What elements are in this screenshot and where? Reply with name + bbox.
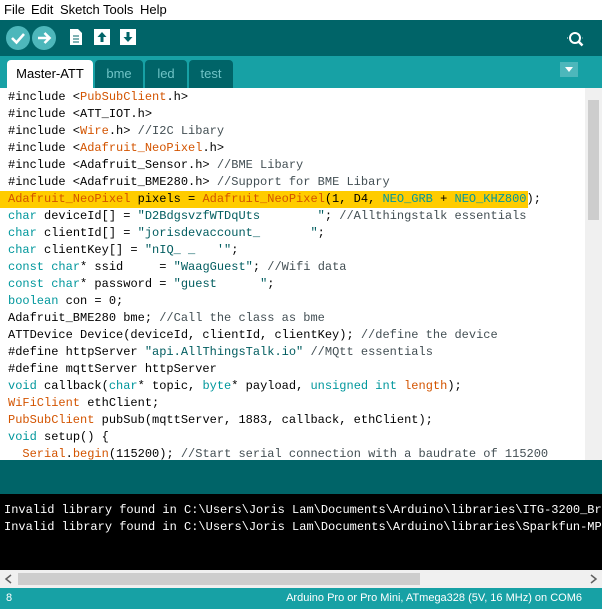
editor-scroll-thumb[interactable] [588, 100, 599, 220]
code-line: ATTDevice Device(deviceId, clientId, cli… [8, 328, 498, 342]
scroll-left-icon[interactable] [0, 570, 18, 588]
tab-test[interactable]: test [189, 60, 233, 88]
status-bar: 8 Arduino Pro or Pro Mini, ATmega328 (5V… [0, 588, 602, 609]
open-button[interactable] [91, 26, 113, 48]
chevron-down-icon [565, 67, 573, 72]
code-line: const char* ssid = "WaagGuest"; //Wifi d… [8, 260, 347, 274]
code-line: boolean con = 0; [8, 294, 124, 308]
code-line: #define httpServer "api.AllThingsTalk.io… [8, 345, 433, 359]
code-line: #include <ATT_IOT.h> [8, 107, 153, 121]
code-line: PubSubClient pubSub(mqttServer, 1883, ca… [8, 413, 433, 427]
open-icon [94, 29, 110, 45]
serial-monitor-button[interactable] [563, 26, 587, 50]
tab-master-att[interactable]: Master-ATT [7, 60, 93, 88]
code-line: #include <Adafruit_BME280.h> //Support f… [8, 175, 390, 189]
console-line: Invalid library found in C:\Users\Joris … [4, 520, 602, 534]
code-line: #include <Wire.h> //I2C Libary [8, 124, 225, 138]
save-icon [120, 29, 136, 45]
new-icon [70, 29, 82, 45]
menu-file[interactable]: File [4, 2, 25, 17]
code-line: #include <PubSubClient.h> [8, 90, 189, 104]
code-line: Adafruit_NeoPixel pixels = Adafruit_NeoP… [0, 191, 541, 208]
code-line: char clientId[] = "jorisdevaccount_ "; [8, 226, 325, 240]
menu-help[interactable]: Help [140, 2, 167, 17]
menu-tools[interactable]: Tools [103, 2, 133, 17]
code-line: void callback(char* topic, byte* payload… [8, 379, 462, 393]
save-button[interactable] [117, 26, 139, 48]
tab-bme[interactable]: bme [95, 60, 143, 88]
code-line: char deviceId[] = "D2BdgsvzfWTDqUts "; /… [8, 209, 527, 223]
console-line: Invalid library found in C:\Users\Joris … [4, 503, 602, 517]
upload-button[interactable] [32, 26, 56, 50]
status-line-number: 8 [6, 592, 13, 604]
code-line: const char* password = "guest "; [8, 277, 275, 291]
code-line: WiFiClient ethClient; [8, 396, 160, 410]
scroll-right-icon[interactable] [584, 570, 602, 588]
tab-menu-button[interactable] [560, 62, 578, 77]
new-button[interactable] [65, 26, 87, 48]
menu-bar: File Edit Sketch Tools Help [0, 0, 602, 20]
message-area [0, 460, 602, 494]
console-scroll-thumb[interactable] [18, 573, 420, 585]
code-editor[interactable]: #include <PubSubClient.h> #include <ATT_I… [0, 88, 585, 460]
code-line: void setup() { [8, 430, 109, 444]
verify-button[interactable] [6, 26, 30, 50]
toolbar [0, 20, 602, 56]
code-line: Serial.begin(115200); //Start serial con… [22, 447, 549, 460]
code-line: Adafruit_BME280 bme; //Call the class as… [8, 311, 325, 325]
menu-edit[interactable]: Edit [31, 2, 53, 17]
tab-bar: Master-ATT bme led test [0, 56, 602, 88]
code-line: #include <Adafruit_NeoPixel.h> [8, 141, 225, 155]
code-line: #define mqttServer httpServer [8, 362, 217, 376]
console-output: Invalid library found in C:\Users\Joris … [0, 494, 602, 570]
code-line: #include <Adafruit_Sensor.h> //BME Libar… [8, 158, 304, 172]
serial-monitor-icon [567, 32, 584, 47]
status-board: Arduino Pro or Pro Mini, ATmega328 (5V, … [286, 592, 582, 604]
verify-icon [11, 33, 25, 45]
code-line: char clientKey[] = "nIQ_ _ '"; [8, 243, 239, 257]
menu-sketch[interactable]: Sketch [60, 2, 100, 17]
upload-icon [38, 32, 52, 44]
tab-led[interactable]: led [145, 60, 187, 88]
